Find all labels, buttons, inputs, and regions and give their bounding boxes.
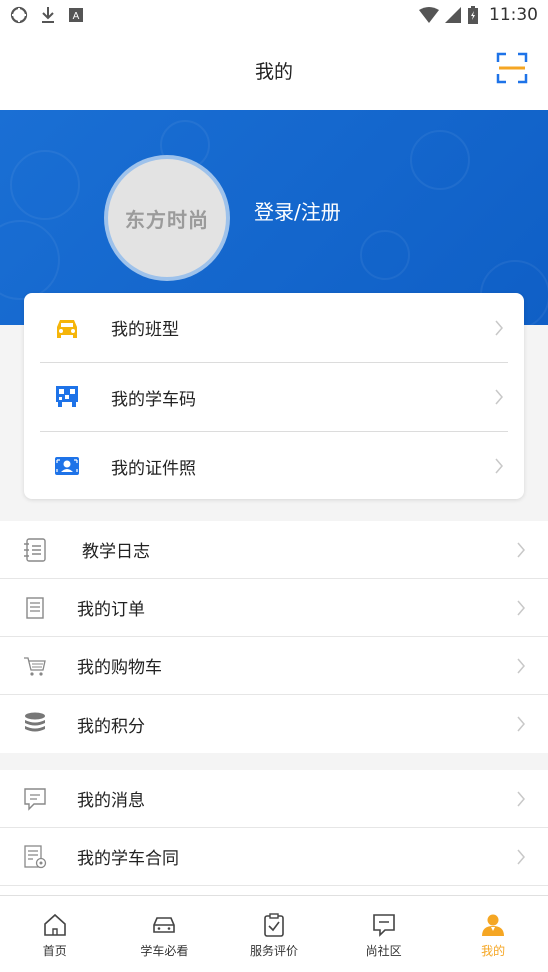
car-icon	[57, 319, 77, 338]
signal-icon	[445, 7, 461, 23]
wifi-icon	[419, 7, 439, 23]
card-item-label: 我的班型	[111, 320, 179, 340]
chevron-right-icon	[495, 320, 503, 335]
svg-text:A: A	[73, 11, 80, 22]
chevron-right-icon	[517, 600, 525, 615]
bottom-tab-bar: 首页 学车必看 服务评价 尚社区 我的	[0, 895, 548, 972]
list-item-contract[interactable]: 我的学车合同	[0, 828, 548, 886]
tab-service-review[interactable]: 服务评价	[219, 896, 329, 972]
clipboard-check-icon	[264, 913, 284, 937]
notebook-icon	[24, 537, 46, 562]
home-icon	[43, 913, 66, 936]
list-item-label: 我的购物车	[77, 658, 162, 678]
card-item-label: 我的证件照	[111, 458, 196, 479]
tab-mine[interactable]: 我的	[438, 896, 548, 972]
profile-card: 我的班型 我的学车码 我的证件照	[24, 293, 524, 499]
sync-icon	[10, 6, 28, 24]
list-item-label: 我的消息	[77, 791, 145, 811]
chevron-right-icon	[517, 542, 525, 557]
tab-label: 首页	[42, 944, 67, 958]
car-outline-icon	[153, 917, 176, 933]
order-icon	[26, 596, 44, 619]
list-item-teaching-log[interactable]: 教学日志	[0, 521, 548, 579]
list-item-label: 我的积分	[77, 716, 145, 737]
title-bar: 我的	[0, 30, 548, 110]
card-item-class-type[interactable]: 我的班型	[24, 293, 524, 362]
tab-label: 尚社区	[365, 944, 402, 958]
chevron-right-icon	[495, 389, 503, 405]
chevron-right-icon	[517, 716, 525, 732]
chevron-right-icon	[517, 658, 525, 673]
card-item-learner-code[interactable]: 我的学车码	[40, 362, 508, 431]
list-item-messages[interactable]: 我的消息	[0, 770, 548, 828]
tab-label: 服务评价	[249, 944, 298, 958]
clock: 11:30	[489, 5, 538, 25]
list-item-orders[interactable]: 我的订单	[0, 579, 548, 637]
list-item-label: 教学日志	[82, 542, 150, 562]
user-icon	[482, 914, 505, 936]
list-item-cart[interactable]: 我的购物车	[0, 637, 548, 695]
card-item-label: 我的学车码	[111, 389, 196, 410]
qr-code-icon	[56, 386, 78, 407]
cart-icon	[24, 656, 46, 676]
download-icon	[42, 7, 54, 23]
list-item-label: 我的订单	[77, 600, 145, 620]
login-register-link[interactable]: 登录/注册	[254, 196, 341, 225]
avatar[interactable]: 东方时尚	[104, 155, 230, 281]
battery-icon	[468, 6, 478, 24]
card-item-id-photo[interactable]: 我的证件照	[40, 431, 508, 500]
page-title: 我的	[254, 60, 293, 83]
tab-label: 我的	[481, 944, 506, 958]
chevron-right-icon	[495, 458, 503, 474]
tab-must-read[interactable]: 学车必看	[110, 896, 220, 972]
status-bar: A 11:30	[0, 0, 548, 30]
scan-icon[interactable]	[496, 52, 528, 84]
avatar-logo-text: 东方时尚	[125, 207, 209, 232]
tab-home[interactable]: 首页	[0, 896, 110, 972]
tab-community[interactable]: 尚社区	[329, 896, 439, 972]
contract-icon	[24, 844, 47, 868]
message-icon	[24, 787, 46, 811]
menu-list-1: 教学日志 我的订单 我的购物车 我的积分	[0, 521, 548, 753]
chevron-right-icon	[517, 791, 525, 806]
chat-icon	[372, 914, 395, 937]
a-badge-icon: A	[69, 8, 83, 22]
chevron-right-icon	[517, 849, 525, 864]
id-photo-icon	[55, 457, 79, 475]
list-item-points[interactable]: 我的积分	[0, 695, 548, 753]
menu-list-2: 我的消息 我的学车合同	[0, 770, 548, 895]
points-icon	[25, 712, 45, 732]
tab-label: 学车必看	[140, 944, 189, 958]
list-item-label: 我的学车合同	[77, 849, 179, 869]
